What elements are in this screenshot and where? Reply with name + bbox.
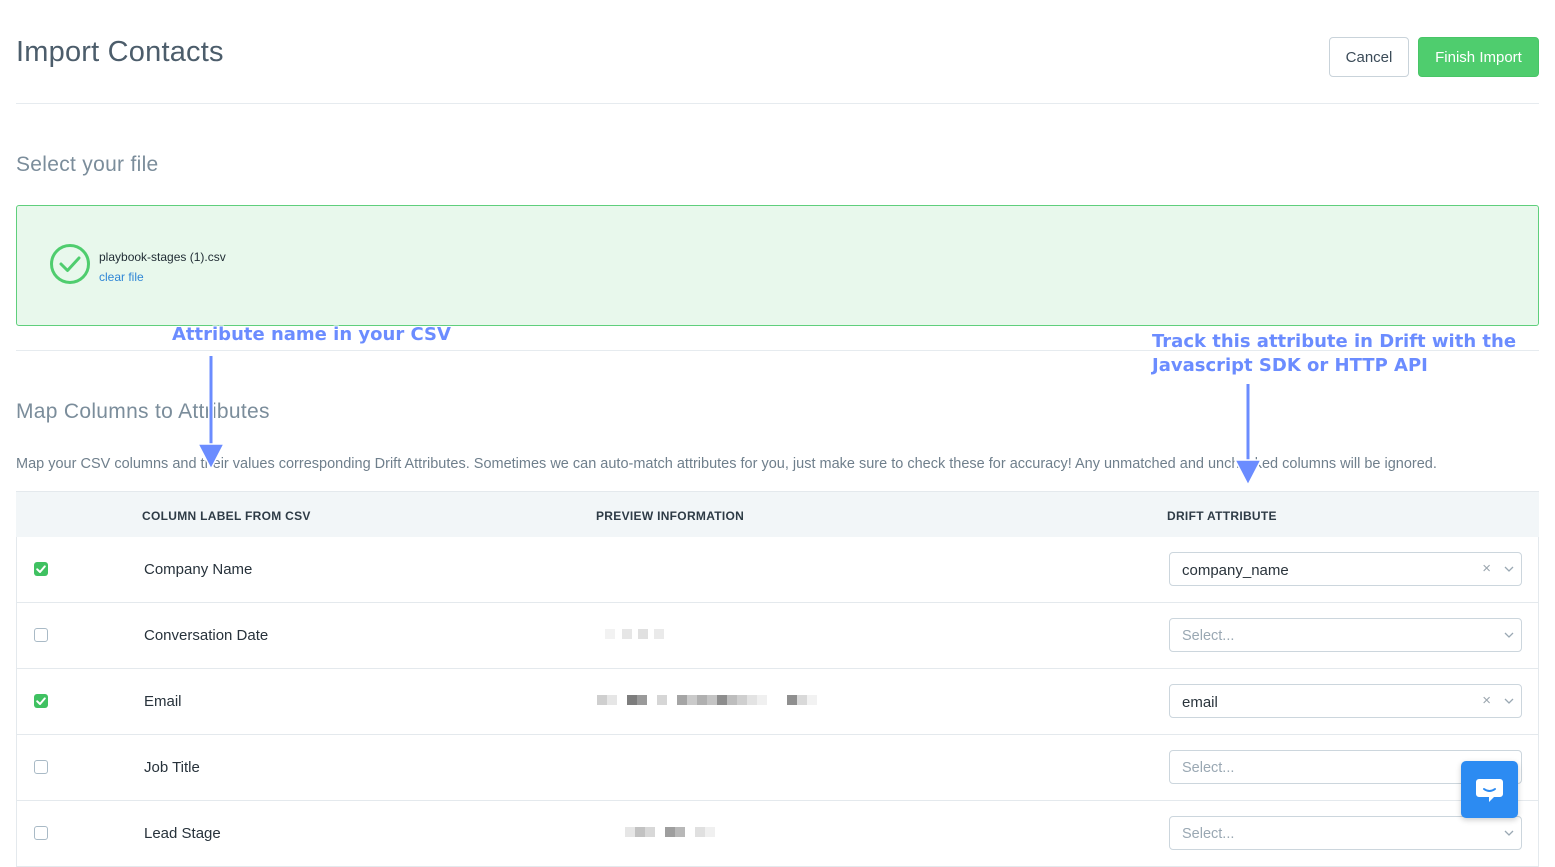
annotation-arrow-right-icon [1233,384,1263,487]
map-description: Map your CSV columns and their values co… [16,456,1437,472]
annotation-arrow-left-icon [196,356,226,471]
row-label: Conversation Date [144,627,269,644]
row-label: Company Name [144,561,253,578]
column-header-preview: PREVIEW INFORMATION [596,509,745,523]
finish-import-button[interactable]: Finish Import [1418,37,1539,77]
select-placeholder: Select... [1182,826,1235,842]
file-name: playbook-stages (1).csv [99,250,226,264]
row-checkbox[interactable] [34,628,48,642]
drift-attribute-select[interactable]: email × [1169,684,1522,718]
select-value: email [1182,694,1218,711]
annotation-csv-attribute: Attribute name in your CSV [172,324,451,345]
column-header-csv-label: COLUMN LABEL FROM CSV [142,509,311,523]
checkmark-icon [36,565,46,573]
row-checkbox[interactable] [34,562,48,576]
row-label: Lead Stage [144,825,221,842]
table-row: Lead Stage Select... [16,801,1539,867]
table-header: COLUMN LABEL FROM CSV PREVIEW INFORMATIO… [16,491,1539,538]
preview-redacted [597,827,837,837]
clear-file-link[interactable]: clear file [99,270,144,284]
annotation-drift-line1: Track this attribute in Drift with the [1152,331,1517,352]
page-title: Import Contacts [16,36,224,68]
chat-bubble-icon [1476,779,1503,802]
preview-redacted [597,629,837,639]
cancel-button[interactable]: Cancel [1329,37,1409,77]
row-checkbox[interactable] [34,694,48,708]
table-row: Company Name company_name × [16,537,1539,603]
drift-attribute-select[interactable]: Select... [1169,618,1522,652]
annotation-drift-line2: Javascript SDK or HTTP API [1152,355,1428,376]
row-checkbox[interactable] [34,826,48,840]
row-label: Job Title [144,759,200,776]
chevron-down-icon[interactable] [1503,629,1515,641]
checkmark-icon [36,697,46,705]
preview-redacted [597,695,837,705]
table-row: Conversation Date Select... [16,603,1539,669]
chevron-down-icon[interactable] [1503,827,1515,839]
clear-selection-icon[interactable]: × [1482,560,1491,577]
row-label: Email [144,693,182,710]
select-file-title: Select your file [16,153,159,176]
chat-launcher-button[interactable] [1461,761,1518,818]
table-row: Job Title Select... [16,735,1539,801]
select-placeholder: Select... [1182,760,1235,776]
drift-attribute-select[interactable]: company_name × [1169,552,1522,586]
file-dropzone[interactable] [16,205,1539,326]
row-checkbox[interactable] [34,760,48,774]
check-circle-icon [50,244,90,284]
table-row: Email email × [16,669,1539,735]
map-columns-title: Map Columns to Attributes [16,400,270,423]
select-value: company_name [1182,562,1289,579]
clear-selection-icon[interactable]: × [1482,692,1491,709]
drift-attribute-select[interactable]: Select... [1169,816,1522,850]
chevron-down-icon[interactable] [1503,695,1515,707]
header-divider [16,103,1539,104]
column-header-drift-attribute: DRIFT ATTRIBUTE [1167,509,1277,523]
chevron-down-icon[interactable] [1503,563,1515,575]
select-placeholder: Select... [1182,628,1235,644]
